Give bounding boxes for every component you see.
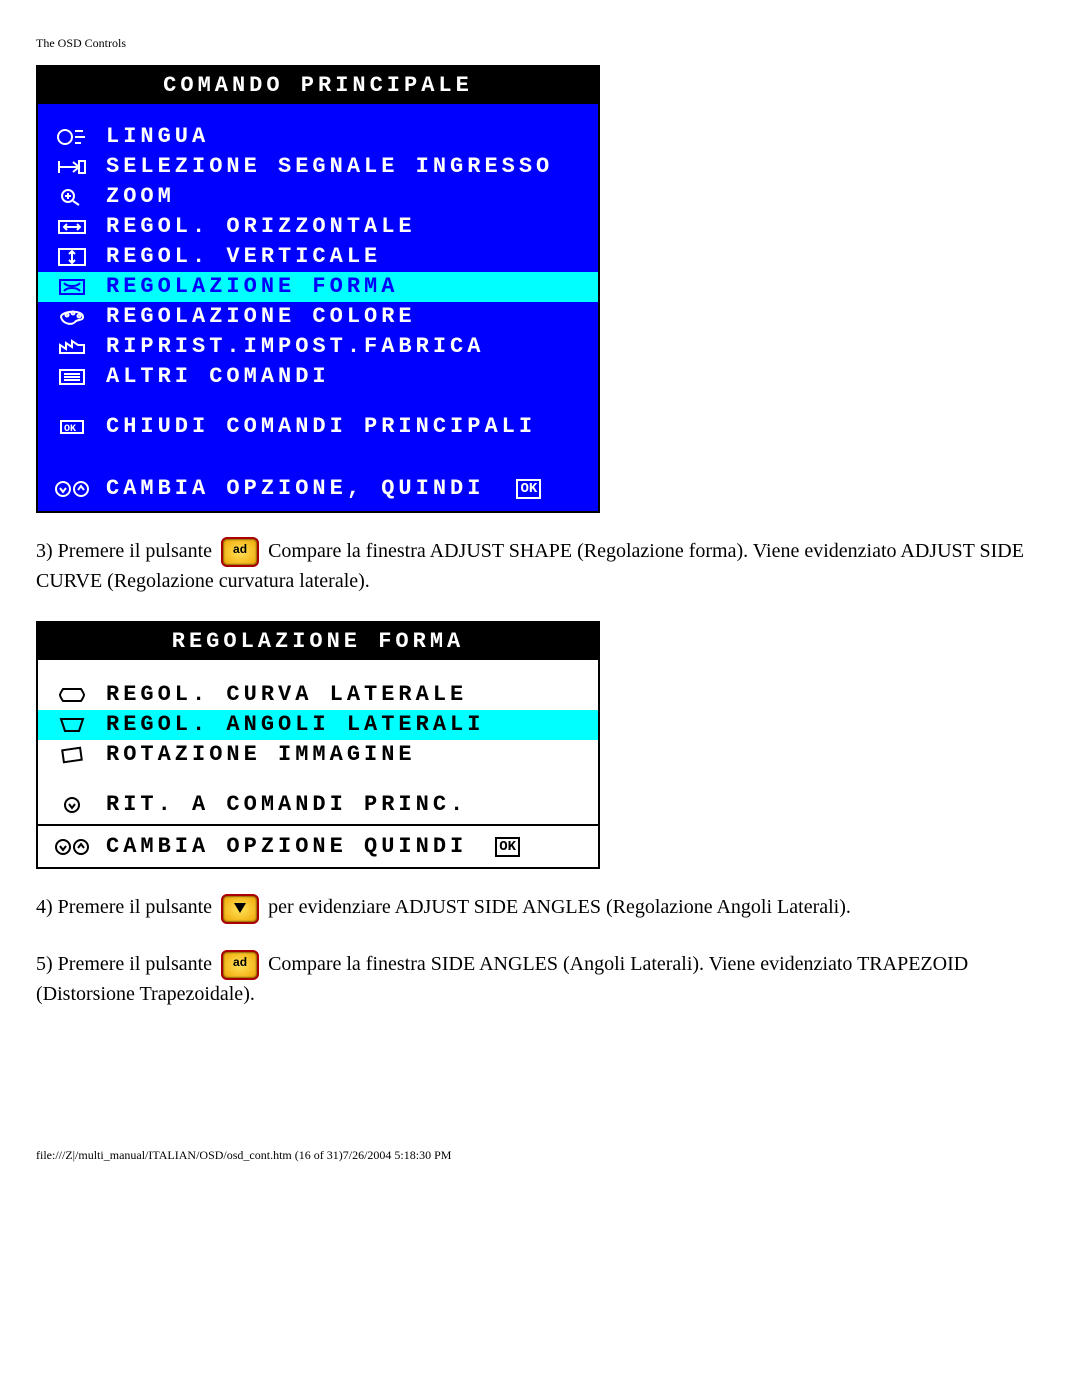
step-4-text: 4) Premere il pulsante per evidenziare A… (36, 893, 1044, 923)
zoom-icon (52, 185, 92, 209)
menu-label: REGOL. ORIZZONTALE (106, 213, 416, 241)
menu-item-extra[interactable]: ALTRI COMANDI (38, 362, 598, 392)
language-icon (52, 125, 92, 149)
menu-label: ALTRI COMANDI (106, 363, 330, 391)
footer-text: CAMBIA OPZIONE, QUINDI (106, 476, 484, 501)
menu-label: REGOLAZIONE COLORE (106, 303, 416, 331)
menu-label: REGOL. CURVA LATERALE (106, 681, 467, 709)
footer-text: CAMBIA OPZIONE QUINDI (106, 834, 467, 859)
ok-button-icon: ad (221, 950, 259, 980)
down-circle-icon (52, 793, 92, 817)
menu-item-horizontal[interactable]: REGOL. ORIZZONTALE (38, 212, 598, 242)
page-footer: file:///Z|/multi_manual/ITALIAN/OSD/osd_… (36, 1148, 1044, 1163)
updown-icon (52, 835, 92, 859)
menu-label: REGOL. ANGOLI LATERALI (106, 711, 484, 739)
menu-item-close[interactable]: OK CHIUDI COMANDI PRINCIPALI (38, 412, 598, 442)
osd-shape-menu: REGOLAZIONE FORMA REGOL. CURVA LATERALE … (36, 621, 600, 869)
menu-label: ROTAZIONE IMMAGINE (106, 741, 416, 769)
factory-icon (52, 335, 92, 359)
updown-icon (52, 477, 92, 501)
palette-icon (52, 305, 92, 329)
menu-label: LINGUA (106, 123, 209, 151)
input-icon (52, 155, 92, 179)
menu-label: REGOL. VERTICALE (106, 243, 381, 271)
vertical-icon (52, 245, 92, 269)
menu-label: RIPRIST.IMPOST.FABRICA (106, 333, 484, 361)
menu-item-factory[interactable]: RIPRIST.IMPOST.FABRICA (38, 332, 598, 362)
shape-icon (52, 275, 92, 299)
menu-item-rotation[interactable]: ROTAZIONE IMMAGINE (38, 740, 598, 770)
osd-shape-title: REGOLAZIONE FORMA (38, 623, 598, 660)
menu-label: REGOLAZIONE FORMA (106, 273, 398, 301)
menu-item-shape[interactable]: REGOLAZIONE FORMA (38, 272, 598, 302)
down-button-icon (221, 894, 259, 924)
menu-item-return[interactable]: RIT. A COMANDI PRINC. (38, 790, 598, 820)
menu-item-side-angles[interactable]: REGOL. ANGOLI LATERALI (38, 710, 598, 740)
ok-badge: OK (516, 479, 541, 499)
menu-label: ZOOM (106, 183, 175, 211)
menu-item-color[interactable]: REGOLAZIONE COLORE (38, 302, 598, 332)
osd-main-menu: COMANDO PRINCIPALE LINGUA SELEZIONE SEGN… (36, 65, 600, 513)
menu-label: CHIUDI COMANDI PRINCIPALI (106, 413, 536, 441)
rotation-icon (52, 743, 92, 767)
step-5-text: 5) Premere il pulsante ad Compare la fin… (36, 950, 1044, 1008)
osd-main-footer: CAMBIA OPZIONE, QUINDI OK (38, 466, 598, 511)
menu-label: SELEZIONE SEGNALE INGRESSO (106, 153, 553, 181)
ok-badge: OK (495, 837, 520, 857)
menu-item-input[interactable]: SELEZIONE SEGNALE INGRESSO (38, 152, 598, 182)
list-icon (52, 365, 92, 389)
page-header: The OSD Controls (36, 36, 1044, 51)
ok-icon: OK (52, 415, 92, 439)
side-angles-icon (52, 713, 92, 737)
menu-item-language[interactable]: LINGUA (38, 122, 598, 152)
menu-item-zoom[interactable]: ZOOM (38, 182, 598, 212)
step-3-text: 3) Premere il pulsante ad Compare la fin… (36, 537, 1044, 595)
svg-text:OK: OK (64, 424, 76, 435)
osd-shape-footer: CAMBIA OPZIONE QUINDI OK (38, 824, 598, 867)
side-curve-icon (52, 683, 92, 707)
horizontal-icon (52, 215, 92, 239)
ok-button-icon: ad (221, 537, 259, 567)
osd-main-title: COMANDO PRINCIPALE (38, 67, 598, 104)
menu-label: RIT. A COMANDI PRINC. (106, 791, 467, 819)
menu-item-side-curve[interactable]: REGOL. CURVA LATERALE (38, 680, 598, 710)
menu-item-vertical[interactable]: REGOL. VERTICALE (38, 242, 598, 272)
